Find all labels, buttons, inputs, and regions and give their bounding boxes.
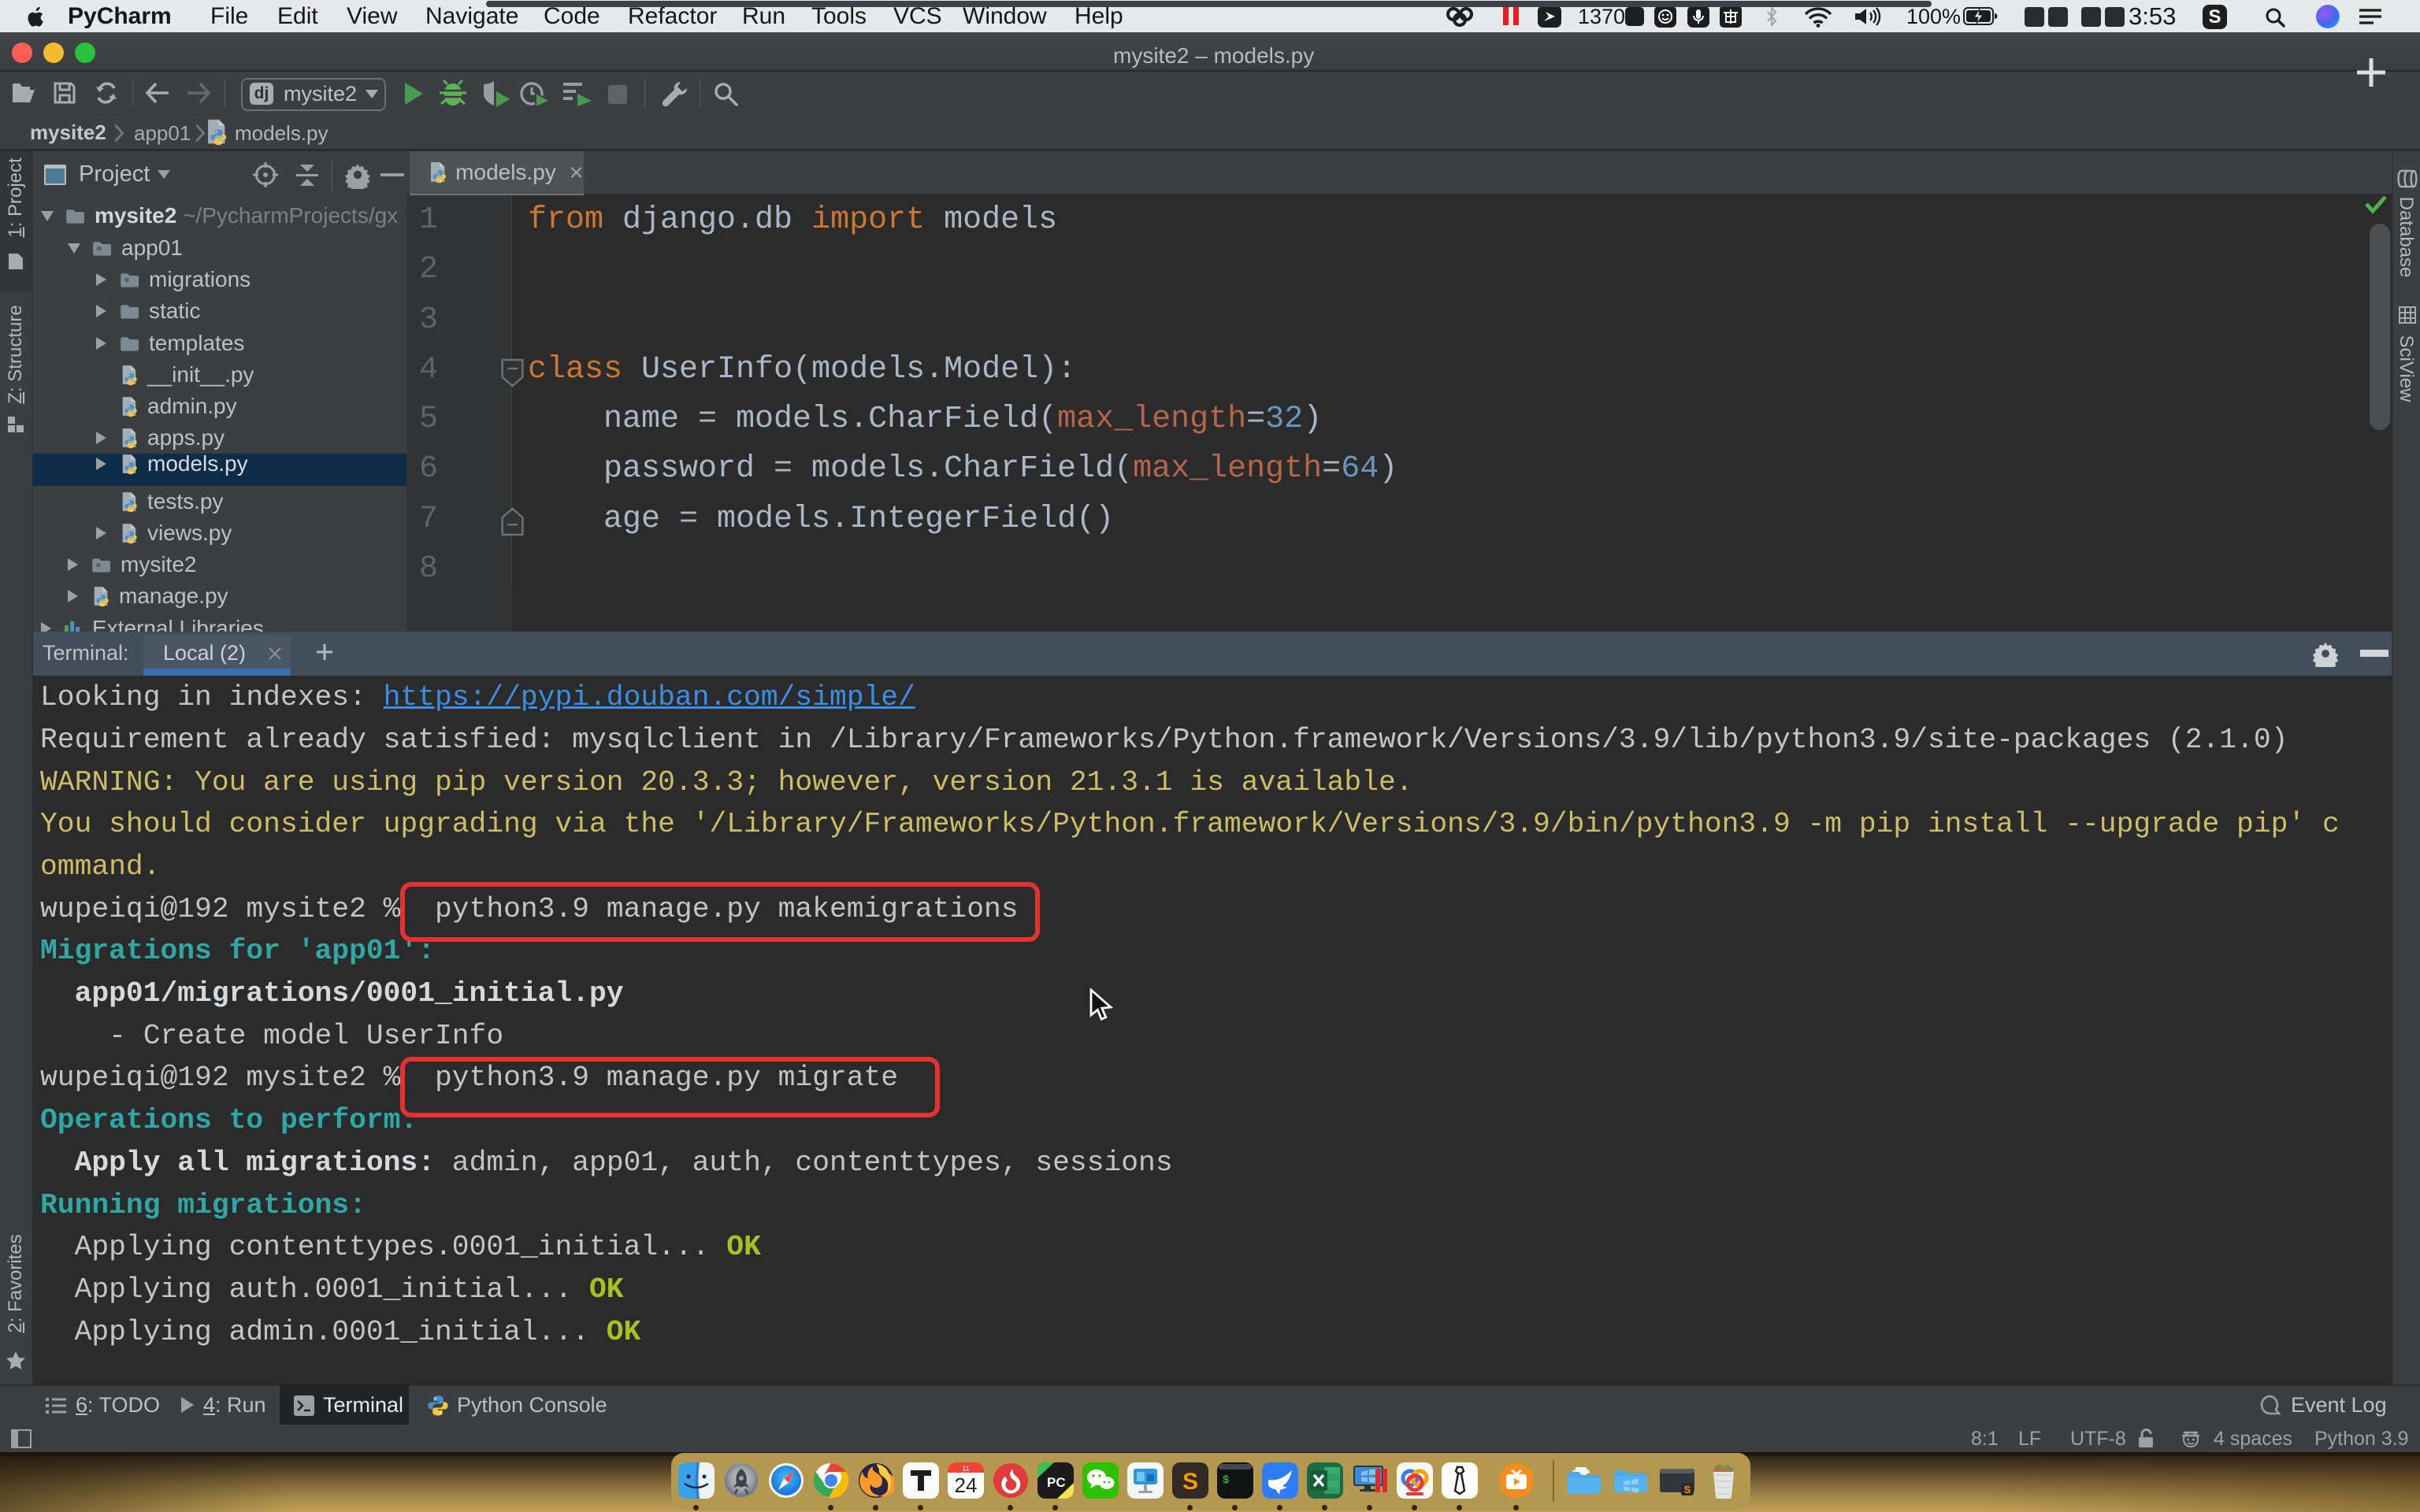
svg-text:24: 24 [955, 1473, 978, 1497]
svg-text:S: S [1684, 1484, 1691, 1495]
svg-text:$: $ [1223, 1474, 1229, 1487]
svg-text:S: S [1182, 1469, 1198, 1495]
svg-text:11: 11 [962, 1465, 969, 1473]
svg-text:PC: PC [1047, 1475, 1066, 1490]
